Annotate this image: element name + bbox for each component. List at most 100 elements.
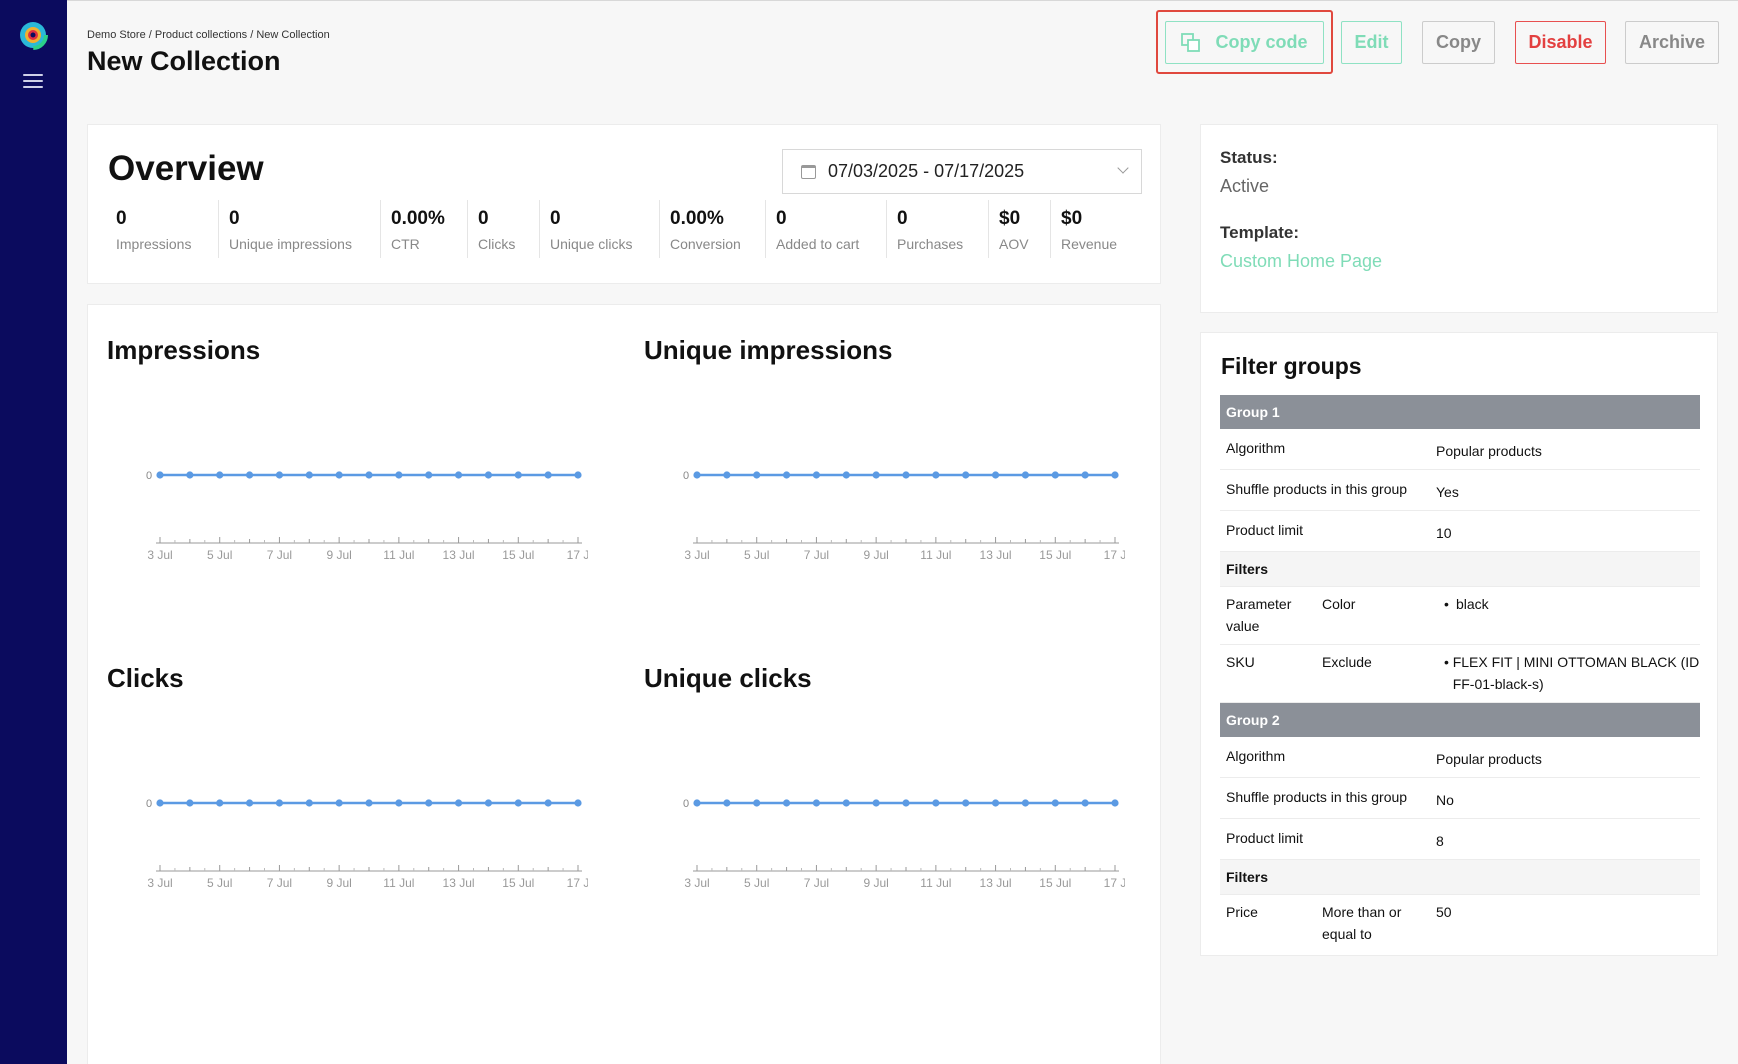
cell: Color — [1322, 596, 1356, 612]
data-point[interactable] — [245, 799, 254, 807]
data-point[interactable] — [484, 799, 493, 807]
data-point[interactable] — [425, 799, 433, 807]
data-point[interactable] — [544, 799, 552, 807]
calendar-icon — [801, 164, 816, 179]
x-tick-label: 13 Jul — [443, 876, 475, 890]
chart-svg: 0 3 Jul 5 Jul 7 Jul 9 Jul 11 Jul 13 Jul 15 Jul 1… — [146, 470, 588, 562]
data-point[interactable] — [723, 471, 731, 479]
filters-header: Filters — [1220, 860, 1700, 895]
data-point[interactable] — [812, 799, 821, 807]
data-point[interactable] — [782, 799, 791, 807]
data-point[interactable] — [514, 471, 522, 479]
template-link[interactable]: Custom Home Page — [1220, 251, 1382, 272]
x-tick-label: 9 Jul — [863, 548, 888, 562]
data-point[interactable] — [395, 799, 403, 807]
data-point[interactable] — [1081, 471, 1089, 479]
data-point[interactable] — [872, 799, 880, 807]
cell: Algorithm — [1226, 748, 1286, 764]
copy-code-button[interactable]: Copy code — [1165, 21, 1324, 64]
x-tick-label: 7 Jul — [804, 548, 829, 562]
data-point[interactable] — [186, 799, 194, 807]
data-point[interactable] — [1081, 799, 1089, 807]
data-point[interactable] — [156, 471, 164, 479]
data-point[interactable] — [782, 471, 791, 479]
cell: Product limit — [1226, 522, 1304, 538]
cell: Shuffle products in this group — [1226, 481, 1408, 497]
data-point[interactable] — [932, 471, 940, 479]
filter-groups-card: Filter groups Group 1 Algorithm Popular … — [1200, 332, 1718, 956]
data-point[interactable] — [1111, 471, 1119, 479]
data-point[interactable] — [335, 799, 343, 807]
data-point[interactable] — [574, 799, 582, 807]
disable-button[interactable]: Disable — [1515, 21, 1606, 64]
table-row: Algorithm Popular products — [1220, 737, 1700, 778]
x-tick-label: 13 Jul — [980, 876, 1012, 890]
data-point[interactable] — [842, 799, 850, 807]
data-point[interactable] — [275, 799, 284, 807]
metric-value: $0 — [1061, 208, 1083, 229]
data-point[interactable] — [335, 471, 343, 479]
data-point[interactable] — [395, 471, 403, 479]
edit-button[interactable]: Edit — [1341, 21, 1402, 64]
data-point[interactable] — [454, 799, 463, 807]
data-point[interactable] — [991, 471, 1000, 479]
date-range-picker[interactable]: 07/03/2025 - 07/17/2025 — [782, 149, 1142, 194]
data-point[interactable] — [216, 799, 224, 807]
data-point[interactable] — [216, 471, 224, 479]
app-logo-icon[interactable] — [16, 18, 50, 52]
data-point[interactable] — [245, 471, 254, 479]
metric-value: 0 — [550, 208, 561, 229]
metric-clicks: 0 Clicks — [468, 200, 540, 258]
data-point[interactable] — [1111, 799, 1119, 807]
data-point[interactable] — [275, 471, 284, 479]
data-point[interactable] — [454, 471, 463, 479]
chart-svg: 0 3 Jul 5 Jul 7 Jul 9 Jul 11 Jul 13 Jul 15 Jul 1… — [146, 798, 588, 890]
data-point[interactable] — [693, 799, 701, 807]
data-point[interactable] — [1051, 471, 1059, 479]
data-point[interactable] — [842, 471, 850, 479]
data-point[interactable] — [514, 799, 522, 807]
data-point[interactable] — [186, 471, 194, 479]
data-point[interactable] — [365, 471, 373, 479]
data-point[interactable] — [902, 471, 910, 479]
data-point[interactable] — [723, 799, 731, 807]
x-tick-label: 7 Jul — [804, 876, 829, 890]
cell: Exclude — [1322, 654, 1372, 670]
x-tick-label: 9 Jul — [863, 876, 888, 890]
data-point[interactable] — [365, 799, 373, 807]
data-point[interactable] — [693, 471, 701, 479]
sidebar — [0, 0, 67, 1064]
data-point[interactable] — [305, 799, 313, 807]
data-point[interactable] — [812, 471, 821, 479]
data-point[interactable] — [753, 799, 761, 807]
breadcrumb[interactable]: Demo Store / Product collections / New C… — [87, 29, 330, 41]
x-tick-label: 7 Jul — [267, 876, 292, 890]
archive-button[interactable]: Archive — [1625, 21, 1719, 64]
data-point[interactable] — [872, 471, 880, 479]
data-point[interactable] — [1021, 799, 1030, 807]
data-point[interactable] — [962, 471, 970, 479]
hamburger-menu-icon[interactable] — [23, 74, 43, 90]
charts-card: Impressions Unique impressions Clicks Un… — [87, 304, 1161, 1064]
status-card: Status: Active Template: Custom Home Pag… — [1200, 124, 1718, 313]
data-point[interactable] — [544, 471, 552, 479]
data-point[interactable] — [425, 471, 433, 479]
copy-button[interactable]: Copy — [1422, 21, 1495, 64]
data-point[interactable] — [991, 799, 1000, 807]
metric-value: 0 — [229, 208, 240, 229]
data-point[interactable] — [932, 799, 940, 807]
data-point[interactable] — [574, 471, 582, 479]
x-tick-label: 3 Jul — [684, 876, 709, 890]
data-point[interactable] — [305, 471, 313, 479]
table-row: Algorithm Popular products — [1220, 429, 1700, 470]
data-point[interactable] — [962, 799, 970, 807]
data-point[interactable] — [1021, 471, 1030, 479]
metric-ctr: 0.00% CTR — [381, 200, 468, 258]
data-point[interactable] — [156, 799, 164, 807]
x-tick-label: 3 Jul — [147, 876, 172, 890]
data-point[interactable] — [1051, 799, 1059, 807]
data-point[interactable] — [902, 799, 910, 807]
data-point[interactable] — [753, 471, 761, 479]
cell: 50 — [1436, 904, 1452, 920]
data-point[interactable] — [484, 471, 493, 479]
